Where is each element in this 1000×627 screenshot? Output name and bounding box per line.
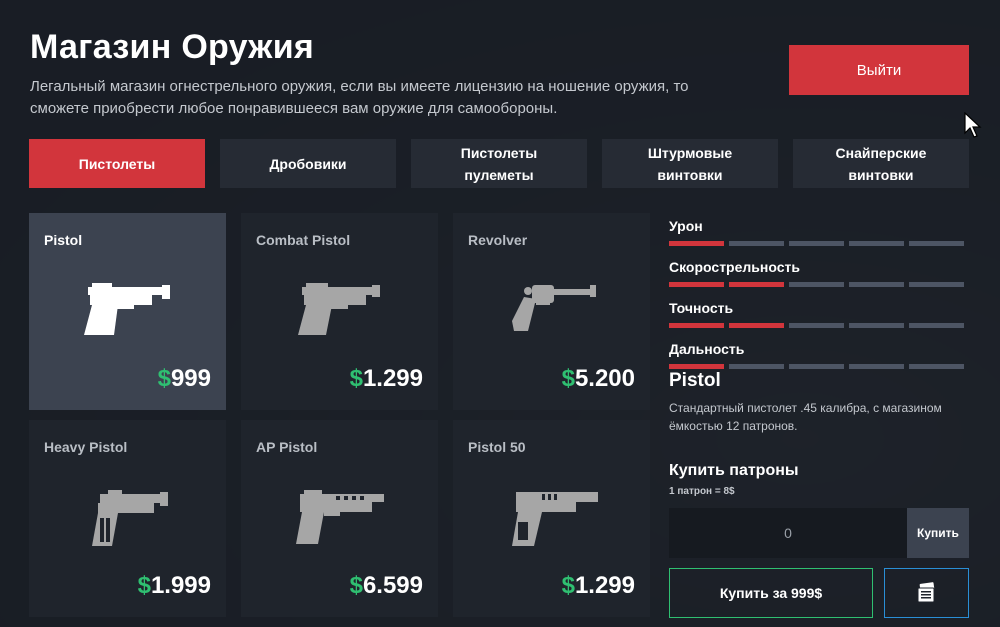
pay-cash-button[interactable] <box>884 568 969 618</box>
weapon-price: $1.999 <box>138 572 211 600</box>
stat-bar-segment <box>789 282 844 287</box>
currency-symbol: $ <box>137 572 151 599</box>
stat-bar-segment <box>789 241 844 246</box>
currency-symbol: $ <box>349 572 363 599</box>
stat-label: Дальность <box>669 341 745 357</box>
stat-bar-segment <box>669 364 724 369</box>
stat-label: Урон <box>669 218 703 234</box>
stat-bar-segment <box>909 364 964 369</box>
heavy-pistol-icon <box>91 490 168 546</box>
tab-shotguns[interactable]: Дробовики <box>220 139 396 188</box>
pistol-icon <box>83 283 170 335</box>
price-value: 5.200 <box>574 365 635 392</box>
stat-bar-segment <box>729 241 784 246</box>
tab-pistols[interactable]: Пистолеты <box>29 139 205 188</box>
ammo-quantity-input[interactable] <box>669 508 907 558</box>
price-value: 1.299 <box>362 365 423 392</box>
weapon-card-combat-pistol[interactable]: Combat Pistol $1.299 <box>241 213 438 410</box>
stat-bar-segment <box>669 241 724 246</box>
weapon-price: $6.599 <box>350 572 423 600</box>
stat-bar-segment <box>849 241 904 246</box>
stat-label: Скорострельность <box>669 259 800 275</box>
stat-bars <box>669 241 969 246</box>
stat-bar-segment <box>909 282 964 287</box>
stat-bar-segment <box>729 323 784 328</box>
currency-symbol: $ <box>561 365 575 392</box>
ammo-price-note: 1 патрон = 8$ <box>669 486 735 497</box>
mouse-cursor-icon <box>964 112 982 138</box>
price-value: 6.599 <box>362 572 423 599</box>
stat-bar-segment <box>669 323 724 328</box>
weapon-price: $1.299 <box>350 365 423 393</box>
stat-bars <box>669 364 969 369</box>
stat-bars <box>669 323 969 328</box>
page-title: Магазин Оружия <box>30 28 315 66</box>
weapon-name: AP Pistol <box>256 439 318 455</box>
tab-assault-rifles[interactable]: Штурмовые винтовки <box>602 139 778 188</box>
stat-bar-segment <box>909 241 964 246</box>
stat-label: Точность <box>669 300 734 316</box>
weapon-card-ap-pistol[interactable]: AP Pistol $6.599 <box>241 420 438 617</box>
buy-ammo-button[interactable]: Купить <box>907 508 969 558</box>
currency-symbol: $ <box>561 572 575 599</box>
pistol-50-icon <box>511 492 598 546</box>
buy-weapon-button[interactable]: Купить за 999$ <box>669 568 873 618</box>
weapon-name: Combat Pistol <box>256 232 351 248</box>
cash-icon <box>917 582 934 603</box>
tab-smgs[interactable]: Пистолеты пулеметы <box>411 139 587 188</box>
weapon-name: Heavy Pistol <box>44 439 128 455</box>
weapon-card-pistol-50[interactable]: Pistol 50 $1.299 <box>453 420 650 617</box>
exit-button[interactable]: Выйти <box>789 45 969 95</box>
price-value: 1.299 <box>574 572 635 599</box>
price-value: 1.999 <box>150 572 211 599</box>
page-subtitle: Легальный магазин огнестрельного оружия,… <box>30 78 689 117</box>
price-value: 999 <box>170 365 211 392</box>
revolver-icon <box>511 285 596 331</box>
weapon-card-revolver[interactable]: Revolver $5.200 <box>453 213 650 410</box>
stat-bars <box>669 282 969 287</box>
stat-bar-segment <box>729 282 784 287</box>
stat-bar-segment <box>729 364 784 369</box>
shop-panel: Магазин Оружия Легальный магазин огнестр… <box>0 0 1000 627</box>
stat-bar-segment <box>849 282 904 287</box>
weapon-price: $1.299 <box>562 572 635 600</box>
weapon-name: Pistol 50 <box>468 439 526 455</box>
selected-weapon-description: Стандартный пистолет .45 калибра, с мага… <box>669 401 942 433</box>
stat-bar-segment <box>909 323 964 328</box>
weapon-card-heavy-pistol[interactable]: Heavy Pistol $1.999 <box>29 420 226 617</box>
stat-bar-segment <box>669 282 724 287</box>
weapon-name: Pistol <box>44 232 83 248</box>
stat-bar-segment <box>849 364 904 369</box>
weapon-card-pistol[interactable]: Pistol $999 <box>29 213 226 410</box>
currency-symbol: $ <box>157 365 171 392</box>
selected-weapon-name: Pistol <box>669 370 721 391</box>
stat-bar-segment <box>789 364 844 369</box>
weapon-price: $999 <box>158 365 211 393</box>
category-tabs: Пистолеты Дробовики Пистолеты пулеметы Ш… <box>29 139 969 188</box>
weapon-grid: Pistol $999 Combat Pistol $1.299 Revolve… <box>29 213 650 617</box>
weapon-stats: Урон Скорострельность Точность Дальность <box>669 218 969 382</box>
tab-sniper-rifles[interactable]: Снайперские винтовки <box>793 139 969 188</box>
currency-symbol: $ <box>349 365 363 392</box>
stat-bar-segment <box>849 323 904 328</box>
weapon-name: Revolver <box>468 232 528 248</box>
ap-pistol-icon <box>295 490 384 544</box>
ammo-title: Купить патроны <box>669 462 799 479</box>
stat-bar-segment <box>789 323 844 328</box>
weapon-price: $5.200 <box>562 365 635 393</box>
combat-pistol-icon <box>297 283 380 335</box>
